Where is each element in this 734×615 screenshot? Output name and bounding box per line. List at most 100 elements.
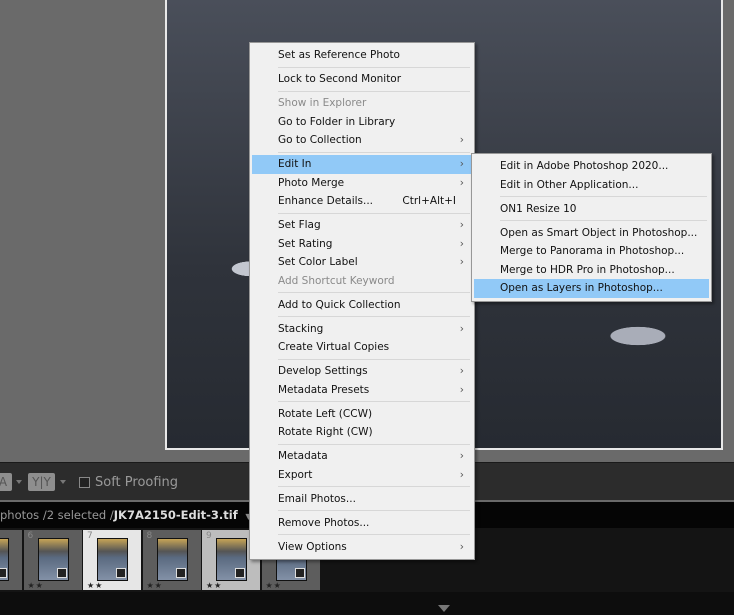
rating-stars: ★★	[146, 581, 163, 590]
before-after-button[interactable]: A	[0, 473, 12, 491]
context-menu: Set as Reference Photo Lock to Second Mon…	[249, 42, 475, 560]
menu-item-label: Open as Smart Object in Photoshop...	[500, 226, 698, 239]
menu-item-label: Email Photos...	[278, 492, 356, 505]
menu-item-label: Add to Quick Collection	[278, 298, 401, 311]
chevron-right-icon: ›	[459, 383, 464, 396]
menu-item-go-to-collection[interactable]: Go to Collection ›	[252, 131, 472, 150]
menu-item-edit-in-adobe-photoshop-2020[interactable]: Edit in Adobe Photoshop 2020...	[474, 157, 709, 176]
menu-item-go-to-folder-in-library[interactable]: Go to Folder in Library	[252, 113, 472, 132]
menu-item-export[interactable]: Export ›	[252, 466, 472, 485]
menu-item-label: Lock to Second Monitor	[278, 73, 402, 85]
filmstrip-thumbnail[interactable]: 8 ★★	[142, 530, 201, 590]
menu-item-open-as-layers-in-photoshop[interactable]: Open as Layers in Photoshop...	[474, 279, 709, 298]
filmstrip-filename[interactable]: JK7A2150-Edit-3.tif	[114, 508, 238, 522]
chevron-right-icon: ›	[459, 365, 464, 377]
menu-item-lock-to-second-monitor[interactable]: Lock to Second Monitor	[252, 70, 472, 89]
menu-item-set-flag[interactable]: Set Flag ›	[252, 216, 472, 235]
menu-item-label: Go to Folder in Library	[278, 115, 396, 128]
menu-item-set-color-label[interactable]: Set Color Label ›	[252, 253, 472, 272]
menu-item-remove-photos[interactable]: Remove Photos...	[252, 514, 472, 533]
menu-item-label: Metadata Presets	[278, 383, 370, 396]
menu-item-create-virtual-copies[interactable]: Create Virtual Copies	[252, 338, 472, 357]
menu-item-open-as-smart-object-in-photoshop[interactable]: Open as Smart Object in Photoshop...	[474, 224, 709, 243]
chevron-right-icon: ›	[459, 322, 464, 335]
soft-proofing-checkbox[interactable]	[79, 477, 90, 488]
menu-item-rotate-left-ccw[interactable]: Rotate Left (CCW)	[252, 405, 472, 424]
chevron-right-icon: ›	[459, 450, 464, 462]
menu-item-label: Export	[278, 468, 313, 481]
menu-item-email-photos[interactable]: Email Photos...	[252, 490, 472, 509]
edited-badge-icon	[116, 568, 126, 578]
menu-item-merge-to-panorama-in-photoshop[interactable]: Merge to Panorama in Photoshop...	[474, 242, 709, 261]
menu-item-label: Set Color Label	[278, 256, 358, 268]
edited-badge-icon	[56, 568, 67, 578]
menu-item-label: Open as Layers in Photoshop...	[500, 282, 663, 294]
menu-item-on1-resize-10[interactable]: ON1 Resize 10	[474, 200, 709, 219]
filmstrip-thumbnail[interactable]: 7 ★★	[83, 530, 141, 590]
rating-stars: ★★	[87, 581, 104, 590]
edited-badge-icon	[294, 568, 305, 578]
chevron-right-icon: ›	[459, 176, 464, 189]
edited-badge-icon	[235, 568, 245, 578]
menu-item-enhance-details[interactable]: Enhance Details... Ctrl+Alt+I	[252, 192, 472, 211]
menu-item-label: Rotate Right (CW)	[278, 426, 373, 438]
edited-badge-icon	[175, 568, 186, 578]
chevron-right-icon: ›	[459, 256, 464, 268]
menu-item-merge-to-hdr-pro-in-photoshop[interactable]: Merge to HDR Pro in Photoshop...	[474, 261, 709, 280]
chevron-right-icon: ›	[459, 219, 464, 231]
filmstrip-thumbnail[interactable]: 6 ★★	[23, 530, 82, 590]
rating-stars: ★★	[265, 581, 282, 590]
panel-toggle-arrow-icon[interactable]	[438, 605, 450, 612]
menu-item-show-in-explorer: Show in Explorer	[252, 94, 472, 113]
menu-item-label: Enhance Details...	[278, 195, 374, 207]
chevron-right-icon: ›	[459, 134, 464, 146]
menu-item-label: Develop Settings	[278, 365, 368, 377]
yy-view-button[interactable]: Y|Y	[28, 473, 55, 491]
menu-item-set-as-reference-photo[interactable]: Set as Reference Photo	[252, 46, 472, 65]
menu-item-add-to-quick-collection[interactable]: Add to Quick Collection	[252, 296, 472, 315]
chevron-right-icon: ›	[459, 540, 464, 553]
menu-item-set-rating[interactable]: Set Rating ›	[252, 235, 472, 254]
filmstrip-thumbnail[interactable]	[0, 530, 22, 590]
menu-item-add-shortcut-keyword: Add Shortcut Keyword	[252, 272, 472, 291]
rating-stars: ★★	[206, 581, 223, 590]
menu-item-view-options[interactable]: View Options ›	[252, 538, 472, 557]
soft-proofing-toggle[interactable]: Soft Proofing	[79, 475, 178, 490]
menu-item-photo-merge[interactable]: Photo Merge ›	[252, 174, 472, 193]
bottom-panel-bar	[0, 592, 734, 615]
menu-item-label: Rotate Left (CCW)	[278, 407, 373, 420]
menu-item-label: Edit In	[278, 158, 312, 170]
menu-item-edit-in-other-application[interactable]: Edit in Other Application...	[474, 176, 709, 195]
menu-item-label: ON1 Resize 10	[500, 202, 577, 215]
chevron-down-icon[interactable]	[16, 480, 22, 484]
edited-badge-icon	[0, 568, 7, 578]
soft-proofing-label: Soft Proofing	[95, 475, 179, 490]
thumbnail-index: 6	[27, 531, 34, 541]
menu-item-label: Show in Explorer	[278, 97, 367, 109]
menu-item-stacking[interactable]: Stacking ›	[252, 320, 472, 339]
menu-item-label: Edit in Other Application...	[500, 178, 639, 191]
chevron-down-icon[interactable]	[60, 480, 66, 484]
menu-item-rotate-right-cw[interactable]: Rotate Right (CW)	[252, 423, 472, 442]
menu-item-label: Merge to Panorama in Photoshop...	[500, 245, 685, 257]
menu-item-label: Go to Collection	[278, 134, 362, 146]
menu-item-label: Stacking	[278, 322, 324, 335]
menu-item-edit-in[interactable]: Edit In ›	[252, 155, 472, 174]
menu-item-label: Set Flag	[278, 219, 321, 231]
menu-item-label: Edit in Adobe Photoshop 2020...	[500, 160, 669, 172]
shortcut-label: Ctrl+Alt+I	[402, 195, 456, 207]
filmstrip-path: photos /2 selected /	[0, 508, 114, 522]
thumbnail-index: 9	[206, 531, 212, 541]
chevron-right-icon: ›	[459, 468, 464, 481]
menu-item-label: Create Virtual Copies	[278, 341, 390, 353]
menu-item-develop-settings[interactable]: Develop Settings ›	[252, 362, 472, 381]
menu-item-label: Set as Reference Photo	[278, 49, 400, 61]
rating-stars: ★★	[27, 581, 44, 590]
chevron-right-icon: ›	[459, 237, 464, 250]
menu-item-metadata-presets[interactable]: Metadata Presets ›	[252, 381, 472, 400]
menu-item-label: Remove Photos...	[278, 516, 370, 529]
menu-item-label: Add Shortcut Keyword	[278, 274, 395, 287]
menu-item-label: Metadata	[278, 450, 328, 462]
chevron-right-icon: ›	[459, 158, 464, 170]
menu-item-metadata[interactable]: Metadata ›	[252, 447, 472, 466]
